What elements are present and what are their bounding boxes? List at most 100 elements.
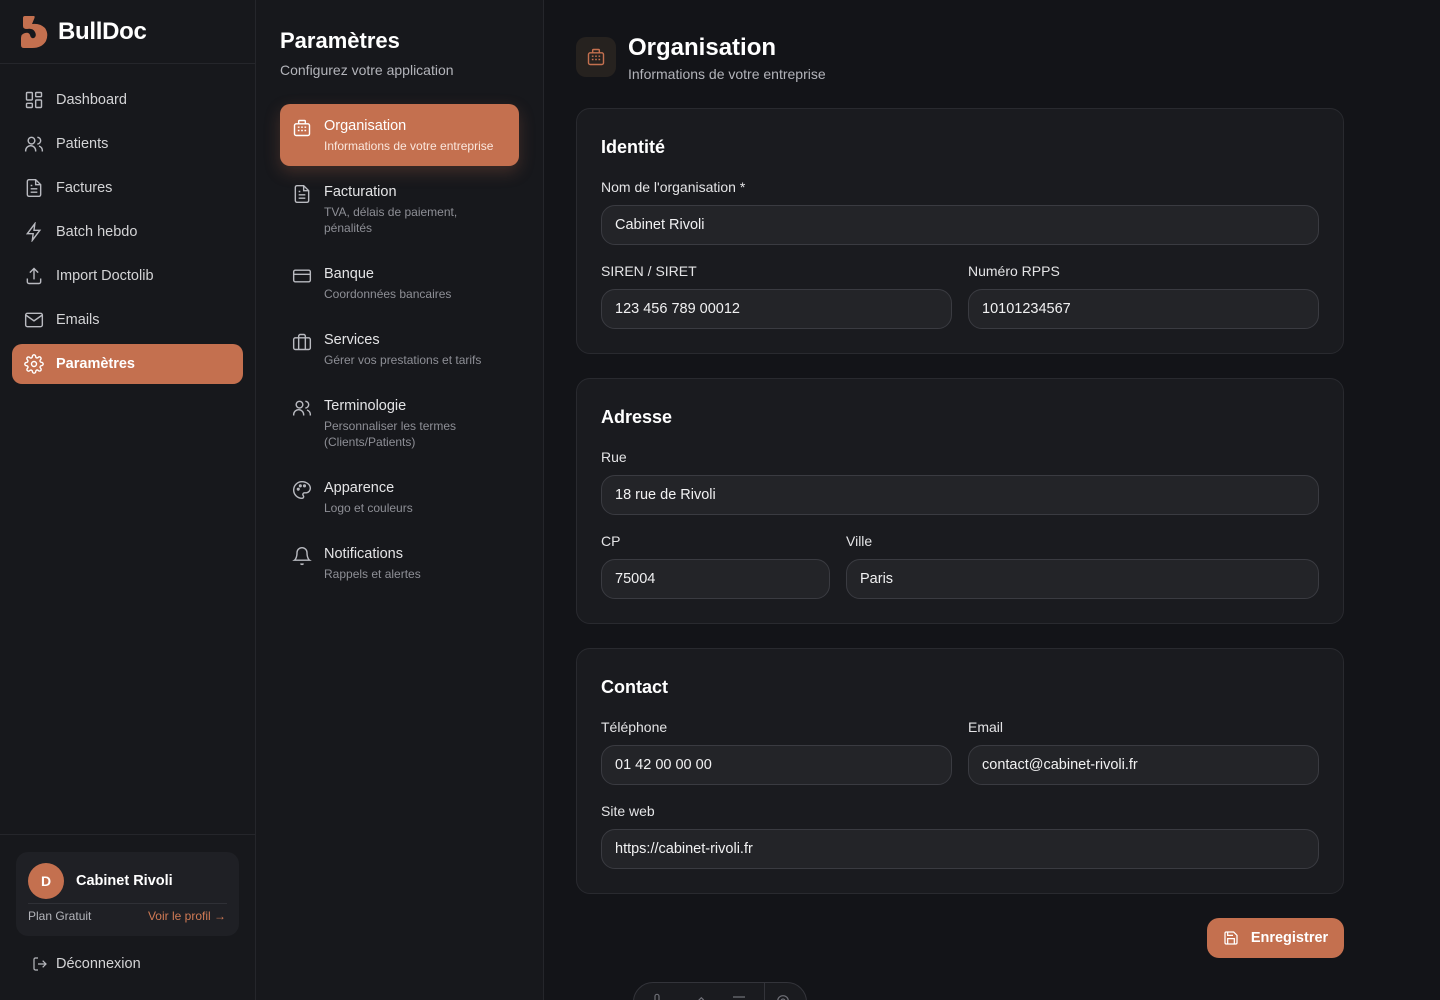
sidebar-item-batch-hebdo[interactable]: Batch hebdo: [12, 212, 243, 252]
settings-item-label: Terminologie: [324, 398, 407, 414]
sidebar-item-label: Emails: [56, 312, 100, 328]
settings-item-desc: Personnaliser les termes (Clients/Patien…: [324, 419, 457, 449]
page-subtitle: Informations de votre entreprise: [628, 66, 826, 82]
building-icon: [293, 119, 311, 137]
sidebar-item-label: Import Doctolib: [56, 268, 154, 284]
toolbar-divider: [764, 983, 765, 1000]
briefcase-icon: [292, 333, 312, 351]
gear-icon[interactable]: [775, 993, 791, 1000]
save-label: Enregistrer: [1250, 930, 1329, 946]
settings-item-apparence[interactable]: Apparence Logo et couleurs: [280, 466, 519, 528]
street-label: Rue: [601, 449, 627, 465]
cp-input[interactable]: 75004: [601, 559, 830, 599]
sidebar-item-label: Paramètres: [56, 356, 135, 372]
settings-item-banque[interactable]: Banque Coordonnées bancaires: [280, 252, 519, 314]
sidebar-item-import-doctolib[interactable]: Import Doctolib: [12, 256, 243, 296]
save-button[interactable]: Enregistrer: [1207, 918, 1344, 958]
phone-label: Téléphone: [601, 719, 668, 735]
microphone-icon[interactable]: [649, 993, 665, 1000]
settings-item-desc: Informations de votre entreprise: [324, 139, 494, 153]
website-label: Site web: [601, 803, 655, 819]
contact-title: Contact: [601, 677, 668, 697]
sidebar-item-emails[interactable]: Emails: [12, 300, 243, 340]
settings-item-organisation[interactable]: Organisation Informations de votre entrep…: [280, 104, 519, 166]
credit-card-icon: [292, 269, 312, 283]
brand[interactable]: BullDoc: [0, 0, 255, 64]
rpps-input[interactable]: 10101234567: [968, 289, 1319, 329]
identity-title: Identité: [601, 137, 666, 157]
bell-icon: [292, 547, 312, 566]
palette-icon: [293, 480, 312, 500]
settings-item-facturation[interactable]: Facturation TVA, délais de paiement, péna…: [280, 170, 519, 248]
profile-divider: [28, 903, 227, 904]
logout-button[interactable]: Déconnexion: [32, 956, 141, 972]
save-icon: [1224, 931, 1238, 945]
document-icon: [294, 184, 310, 204]
settings-item-label: Services: [324, 332, 380, 348]
building-icon: [576, 37, 616, 77]
rpps-label: Numéro RPPS: [968, 263, 1060, 279]
settings-item-label: Banque: [324, 266, 374, 282]
brush-icon[interactable]: [690, 993, 706, 1000]
sidebar-item-label: Patients: [56, 136, 109, 152]
siren-input[interactable]: 123 456 789 00012: [601, 289, 952, 329]
view-profile-link[interactable]: Voir le profil →: [148, 909, 226, 923]
sidebar-item-dashboard[interactable]: Dashboard: [12, 80, 243, 120]
settings-item-terminologie[interactable]: Terminologie Personnaliser les termes (Cl…: [280, 384, 519, 462]
settings-subtitle: Configurez votre application: [280, 62, 454, 78]
settings-item-desc: TVA, délais de paiement, pénalités: [324, 205, 458, 235]
dashboard-icon: [25, 91, 43, 109]
city-label: Ville: [846, 533, 873, 549]
floating-toolbar: [633, 982, 807, 1000]
contact-card: Contact Téléphone 01 42 00 00 00 Email c…: [576, 648, 1344, 894]
sidebar-footer: D Cabinet Rivoli Plan Gratuit Voir le pr…: [0, 834, 255, 1000]
city-input[interactable]: Paris: [846, 559, 1319, 599]
sidebar-item-label: Batch hebdo: [56, 224, 138, 240]
profile-card[interactable]: D Cabinet Rivoli Plan Gratuit Voir le pr…: [16, 852, 239, 936]
menu-icon[interactable]: [731, 993, 747, 1000]
settings-item-services[interactable]: Services Gérer vos prestations et tarifs: [280, 318, 519, 380]
plan-label: Plan Gratuit: [28, 909, 92, 923]
settings-item-label: Organisation: [324, 118, 407, 134]
document-icon: [26, 178, 42, 198]
upload-icon: [26, 267, 42, 285]
sidebar: BullDoc Dashboard Patients Factures Batc…: [0, 0, 256, 1000]
settings-item-desc: Gérer vos prestations et tarifs: [324, 353, 482, 367]
street-input[interactable]: 18 rue de Rivoli: [601, 475, 1319, 515]
settings-item-label: Apparence: [324, 480, 395, 496]
sidebar-item-label: Factures: [56, 180, 113, 196]
settings-title: Paramètres: [280, 28, 400, 53]
sidebar-item-label: Dashboard: [56, 92, 127, 108]
cp-label: CP: [601, 533, 621, 549]
address-card: Adresse Rue 18 rue de Rivoli CP 75004 Vi…: [576, 378, 1344, 624]
org-name-label: Nom de l'organisation *: [601, 179, 746, 195]
settings-item-notifications[interactable]: Notifications Rappels et alertes: [280, 532, 519, 594]
logout-icon: [33, 957, 47, 971]
bulldoc-logo-icon: [21, 15, 48, 48]
sidebar-item-parametres[interactable]: Paramètres: [12, 344, 243, 384]
users-icon: [24, 136, 44, 152]
lightning-icon: [25, 222, 42, 242]
mail-icon: [24, 312, 44, 328]
sidebar-item-patients[interactable]: Patients: [12, 124, 243, 164]
gear-icon: [24, 354, 44, 374]
sidebar-item-factures[interactable]: Factures: [12, 168, 243, 208]
phone-input[interactable]: 01 42 00 00 00: [601, 745, 952, 785]
email-input[interactable]: contact@cabinet-rivoli.fr: [968, 745, 1319, 785]
main-nav: Dashboard Patients Factures Batch hebdo …: [0, 64, 255, 384]
settings-item-label: Facturation: [324, 184, 397, 200]
settings-item-desc: Coordonnées bancaires: [324, 287, 452, 301]
main-content: Organisation Informations de votre entre…: [544, 0, 1440, 1000]
avatar: D: [28, 863, 64, 899]
website-input[interactable]: https://cabinet-rivoli.fr: [601, 829, 1319, 869]
settings-item-label: Notifications: [324, 546, 403, 562]
org-name-input[interactable]: Cabinet Rivoli: [601, 205, 1319, 245]
identity-card: Identité Nom de l'organisation * Cabinet…: [576, 108, 1344, 354]
profile-name: Cabinet Rivoli: [76, 873, 173, 889]
settings-item-desc: Logo et couleurs: [324, 501, 413, 515]
page-title: Organisation: [628, 34, 777, 61]
settings-menu: Paramètres Configurez votre application …: [256, 0, 544, 1000]
address-title: Adresse: [601, 407, 673, 427]
siren-label: SIREN / SIRET: [601, 263, 697, 279]
logout-label: Déconnexion: [56, 956, 141, 972]
